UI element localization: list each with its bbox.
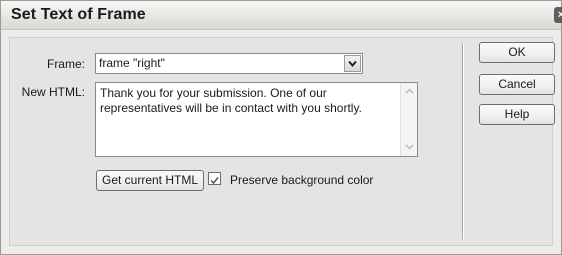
vertical-separator (462, 43, 463, 239)
checkmark-icon (210, 177, 219, 185)
frame-select-value: frame "right" (99, 56, 165, 70)
scroll-down-icon[interactable] (403, 140, 416, 153)
dialog-title: Set Text of Frame (11, 6, 146, 23)
ok-button[interactable]: OK (479, 42, 555, 63)
help-button[interactable]: Help (479, 104, 555, 125)
new-html-label: New HTML: (21, 85, 85, 99)
frame-select[interactable]: frame "right" (95, 53, 363, 74)
scroll-up-icon[interactable] (403, 85, 416, 98)
set-text-of-frame-dialog: Set Text of Frame × Frame: frame "right"… (0, 0, 562, 255)
chevron-down-icon[interactable] (344, 55, 361, 72)
new-html-text: Thank you for your submission. One of ou… (100, 86, 362, 115)
title-bar[interactable]: Set Text of Frame × (1, 1, 562, 30)
preserve-background-label: Preserve background color (230, 173, 374, 187)
preserve-background-checkbox[interactable] (208, 172, 221, 185)
get-current-html-button[interactable]: Get current HTML (96, 170, 204, 191)
new-html-textarea[interactable]: Thank you for your submission. One of ou… (95, 82, 418, 157)
textarea-scrollbar[interactable] (400, 83, 417, 156)
frame-label: Frame: (46, 57, 85, 71)
cancel-button[interactable]: Cancel (479, 74, 555, 95)
close-icon[interactable]: × (554, 7, 562, 23)
